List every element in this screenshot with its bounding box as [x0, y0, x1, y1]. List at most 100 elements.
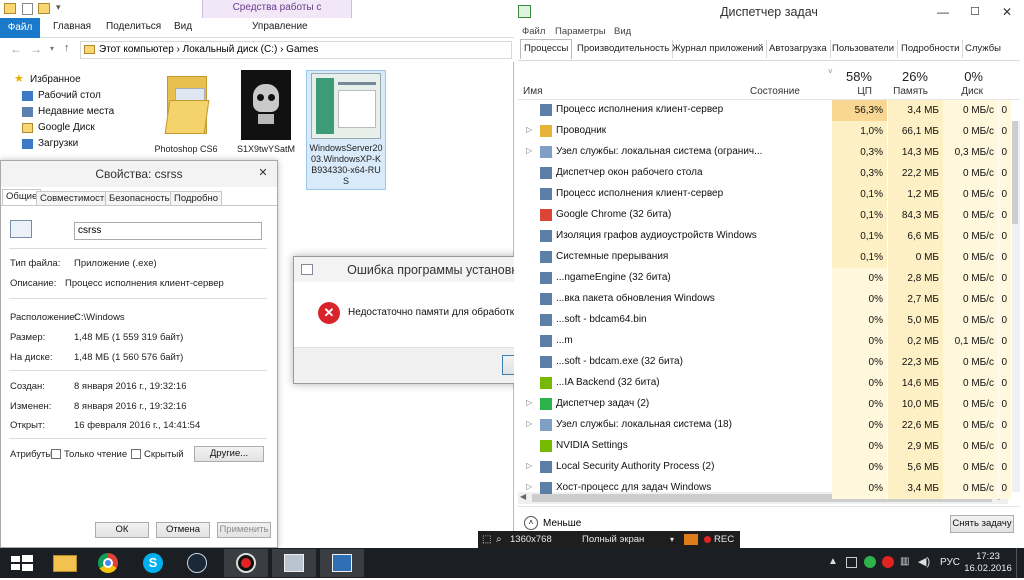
tab-home[interactable]: Главная [53, 21, 91, 32]
tab-details[interactable]: Подробности [898, 40, 964, 58]
back-arrow-icon[interactable]: ← [10, 42, 22, 56]
taskbar-explorer[interactable] [43, 549, 87, 577]
end-task-button[interactable]: Снять задачу [950, 515, 1014, 533]
nav-item-google-drive[interactable]: Google Диск [22, 122, 95, 133]
column-cpu[interactable]: ЦП [832, 86, 872, 97]
process-row[interactable]: ...ngameEngine (32 бита) 0% 2,8 МБ 0 МБ/с 0 [518, 268, 1020, 289]
address-bar[interactable]: Этот компьютер › Локальный диск (C:) › G… [80, 41, 512, 59]
tab-details[interactable]: Подробно [170, 191, 222, 206]
process-row[interactable]: ▷ Узел службы: локальная система (огранич… [518, 142, 1020, 163]
file-item[interactable]: S1X9twYSatM [232, 70, 300, 155]
process-row[interactable]: Диспетчер окон рабочего стола 0,3% 22,2 МБ… [518, 163, 1020, 184]
advanced-button[interactable]: Другие... [194, 446, 264, 462]
menu-options[interactable]: Параметры [555, 26, 606, 37]
taskbar-skype[interactable]: S [131, 549, 175, 577]
language-indicator[interactable]: РУС [940, 557, 960, 568]
tab-services[interactable]: Службы [962, 40, 1004, 58]
recent-locations-icon[interactable]: ▾ [50, 44, 54, 53]
fewer-details-link[interactable]: Меньше [543, 518, 581, 529]
clock[interactable]: 17:23 16.02.2016 [964, 551, 1012, 575]
file-item-selected[interactable]: WindowsServer2003.WindowsXP-KB934330-x64… [306, 70, 386, 190]
nav-item-favorites[interactable]: ★ Избранное [14, 73, 81, 85]
volume-icon[interactable]: ◀) [918, 555, 930, 568]
ok-button[interactable]: ОК [95, 522, 149, 538]
expand-arrow-icon[interactable]: ▷ [526, 125, 532, 134]
tab-file[interactable]: Файл [0, 18, 40, 38]
show-desktop-button[interactable] [1016, 548, 1024, 578]
column-memory[interactable]: Память [888, 86, 928, 97]
process-row[interactable]: ▷ Хост-процесс для задач Windows 0% 3,4 МБ 0… [518, 478, 1020, 499]
taskbar-steam[interactable] [175, 549, 219, 577]
close-icon[interactable]: ✕ [251, 165, 275, 183]
record-tray-icon[interactable] [882, 556, 894, 568]
cancel-button[interactable]: Отмена [156, 522, 210, 538]
action-center-icon[interactable] [846, 557, 857, 568]
network-icon[interactable]: ▥ [900, 556, 909, 567]
taskbar-setup[interactable] [320, 549, 364, 577]
process-row[interactable]: Google Chrome (32 бита) 0,1% 84,3 МБ 0 МБ/с… [518, 205, 1020, 226]
rec-label[interactable]: REC [714, 531, 734, 548]
maximize-icon[interactable]: ☐ [960, 0, 990, 24]
tab-security[interactable]: Безопасность [105, 191, 174, 206]
process-row[interactable]: ...IA Backend (32 бита) 0% 14,6 МБ 0 МБ/с 0 [518, 373, 1020, 394]
process-row[interactable]: ...soft - bdcam.exe (32 бита) 0% 22,3 МБ 0 … [518, 352, 1020, 373]
apply-button[interactable]: Применить [217, 522, 271, 538]
hidden-checkbox[interactable] [131, 449, 141, 459]
expand-arrow-icon[interactable]: ▷ [526, 419, 532, 428]
menu-view[interactable]: Вид [614, 26, 631, 37]
tray-expand-icon[interactable]: ▲ [828, 556, 838, 567]
file-name-field[interactable]: csrss [74, 222, 262, 240]
properties-quick-icon[interactable] [22, 3, 33, 15]
process-row[interactable]: ...soft - bdcam64.bin 0% 5,0 МБ 0 МБ/с 0 [518, 310, 1020, 331]
process-row[interactable]: ▷ Узел службы: локальная система (18) 0% 22… [518, 415, 1020, 436]
tab-share[interactable]: Поделиться [106, 21, 161, 32]
process-row[interactable]: ...вка пакета обновления Windows 0% 2,7 МБ… [518, 289, 1020, 310]
expand-arrow-icon[interactable]: ▷ [526, 146, 532, 155]
expand-arrow-icon[interactable]: ▷ [526, 461, 532, 470]
start-button[interactable] [0, 549, 44, 577]
taskbar-properties-window[interactable] [272, 549, 316, 577]
recording-mode[interactable]: Полный экран [582, 531, 644, 548]
tray-app-icon[interactable] [864, 556, 876, 568]
process-row[interactable]: ▷ Диспетчер задач (2) 0% 10,0 МБ 0 МБ/с 0 [518, 394, 1020, 415]
taskbar-chrome[interactable] [87, 549, 131, 577]
tab-processes[interactable]: Процессы [520, 39, 573, 59]
nav-item-desktop[interactable]: Рабочий стол [22, 90, 101, 101]
process-row[interactable]: Изоляция графов аудиоустройств Windows 0,… [518, 226, 1020, 247]
minimize-icon[interactable]: — [928, 0, 958, 24]
nav-item-recent[interactable]: Недавние места [22, 106, 114, 117]
tab-app-history[interactable]: Журнал приложений [669, 40, 768, 58]
tab-compatibility[interactable]: Совместимость [36, 191, 114, 206]
column-disk[interactable]: Диск [943, 86, 983, 97]
tab-view[interactable]: Вид [174, 21, 192, 32]
process-row[interactable]: ▷ Local Security Authority Process (2) 0% 5… [518, 457, 1020, 478]
new-folder-quick-icon[interactable] [38, 3, 50, 14]
tab-users[interactable]: Пользователи [829, 40, 899, 58]
chevron-up-icon[interactable]: ˄ [524, 516, 538, 530]
menu-file[interactable]: Файл [522, 26, 545, 37]
file-item[interactable]: Photoshop CS6 [150, 70, 222, 155]
camera-icon[interactable] [684, 534, 698, 545]
forward-arrow-icon[interactable]: → [30, 42, 42, 56]
process-row[interactable]: Процесс исполнения клиент-сервер 0,1% 1,2 … [518, 184, 1020, 205]
process-row[interactable]: Процесс исполнения клиент-сервер 56,3% 3,4… [518, 100, 1020, 121]
readonly-checkbox[interactable] [51, 449, 61, 459]
tab-startup[interactable]: Автозагрузка [766, 40, 831, 58]
process-row[interactable]: ...m 0% 0,2 МБ 0,1 МБ/с 0 [518, 331, 1020, 352]
expand-arrow-icon[interactable]: ▷ [526, 482, 532, 491]
search-icon[interactable]: ⌕ [496, 531, 502, 548]
close-icon[interactable]: ✕ [992, 0, 1022, 24]
expand-arrow-icon[interactable]: ▷ [526, 398, 532, 407]
mode-dropdown-icon[interactable]: ▾ [670, 531, 674, 548]
taskbar-bandicam[interactable] [224, 549, 268, 577]
process-row[interactable]: ▷ Проводник 1,0% 66,1 МБ 0 МБ/с 0 [518, 121, 1020, 142]
quick-access-dropdown-icon[interactable]: ▾ [56, 2, 61, 13]
column-name[interactable]: Имя [523, 86, 542, 97]
tab-manage[interactable]: Управление [252, 21, 308, 32]
nav-item-downloads[interactable]: Загрузки [22, 138, 78, 149]
up-arrow-icon[interactable]: ↑ [64, 42, 70, 54]
process-row[interactable]: Системные прерывания 0,1% 0 МБ 0 МБ/с 0 [518, 247, 1020, 268]
tab-performance[interactable]: Производительность [574, 40, 674, 58]
column-status[interactable]: Состояние [750, 86, 800, 97]
process-row[interactable]: NVIDIA Settings 0% 2,9 МБ 0 МБ/с 0 [518, 436, 1020, 457]
